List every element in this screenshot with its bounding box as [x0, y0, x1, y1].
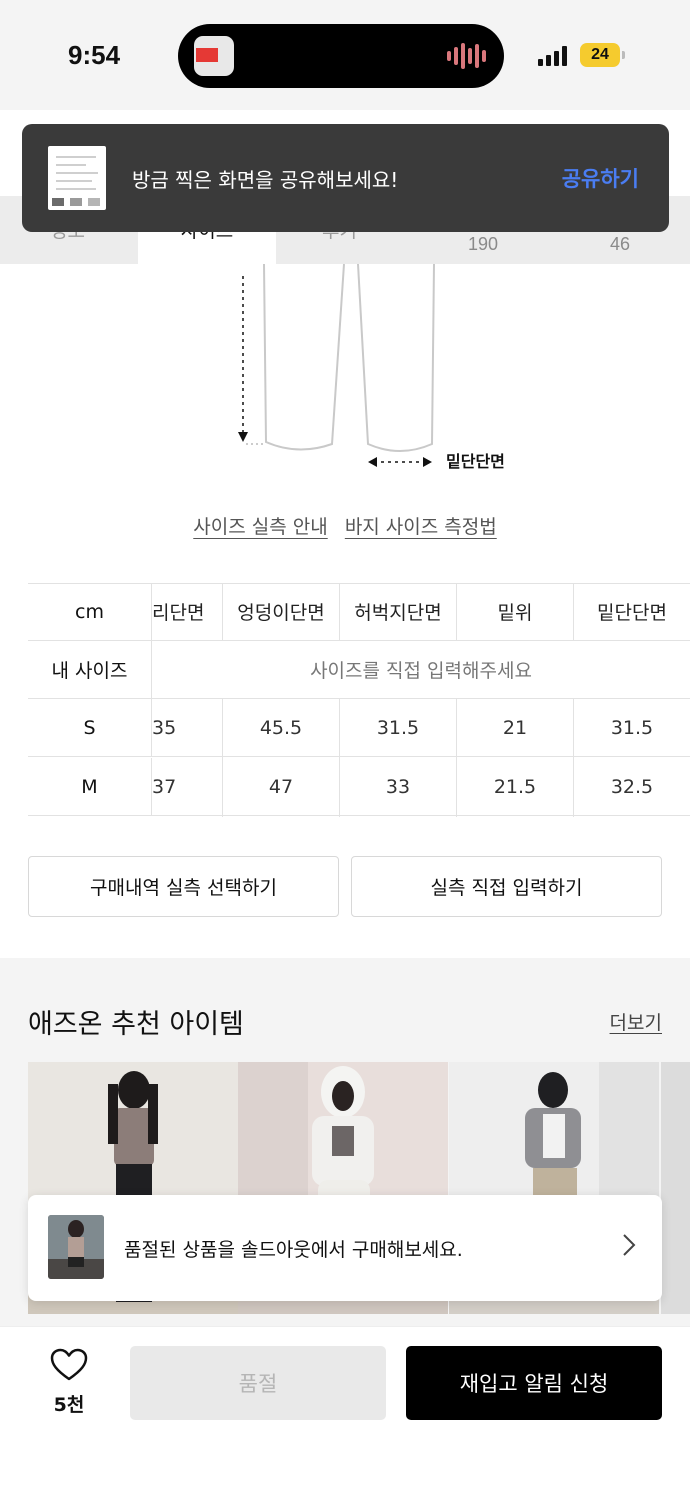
soldout-banner[interactable]: 품절된 상품을 솔드아웃에서 구매해보세요. — [28, 1195, 662, 1301]
table-header-cell: 리단면 — [152, 583, 222, 641]
status-time: 9:54 — [68, 40, 121, 70]
soldout-banner-text: 품절된 상품을 솔드아웃에서 구매해보세요. — [124, 1239, 463, 1261]
size-guide-links: 사이즈 실측 안내 바지 사이즈 측정법 — [0, 512, 690, 539]
column-divider — [222, 699, 223, 817]
column-divider — [573, 583, 574, 641]
size-row-label: M — [28, 758, 152, 816]
table-header-cell: 밑위 — [457, 583, 573, 641]
pants-outline-icon — [263, 264, 435, 452]
table-cell: 33 — [340, 758, 456, 816]
product-card[interactable] — [661, 1062, 690, 1314]
screenshot-thumbnail[interactable] — [48, 146, 106, 210]
soldout-button[interactable]: 품절 — [130, 1346, 386, 1420]
table-header-cell: 허벅지단면 — [340, 583, 456, 641]
column-divider — [456, 699, 457, 817]
table-cell: 37 — [152, 758, 222, 816]
measure-guide-link[interactable]: 바지 사이즈 측정법 — [345, 516, 497, 538]
table-cell: 31.5 — [574, 699, 690, 757]
size-row-label: S — [28, 699, 152, 757]
tab-count: 46 — [610, 234, 631, 254]
column-divider — [222, 583, 223, 641]
like-count: 5천 — [53, 1394, 85, 1416]
column-divider — [456, 583, 457, 641]
table-header-cell: 밑단단면 — [574, 583, 690, 641]
column-divider — [573, 699, 574, 817]
status-bar: 9:54 24 — [0, 0, 690, 110]
size-guide-link[interactable]: 사이즈 실측 안내 — [193, 516, 327, 538]
pants-measurement-diagram — [238, 264, 435, 467]
length-arrow-icon — [238, 276, 264, 445]
recommendation-title: 애즈온 추천 아이템 — [28, 1009, 244, 1040]
size-table[interactable]: cm 리단면 엉덩이단면 허벅지단면 밑위 밑단단면 내 사이즈 사이즈를 직접… — [28, 583, 690, 817]
share-button[interactable]: 공유하기 — [562, 163, 639, 193]
unit-header: cm — [28, 583, 152, 641]
column-divider — [339, 699, 340, 817]
table-cell: 32.5 — [574, 758, 690, 816]
app-icon — [194, 36, 234, 76]
audio-wave-icon — [447, 42, 486, 70]
heart-icon[interactable] — [50, 1348, 88, 1386]
column-divider — [339, 583, 340, 641]
table-cell: 21.5 — [457, 758, 573, 816]
toast-message: 방금 찍은 화면을 공유해보세요! — [132, 168, 399, 192]
table-cell: 31.5 — [340, 699, 456, 757]
my-size-input[interactable]: 사이즈를 직접 입력해주세요 — [152, 641, 690, 699]
chevron-right-icon — [622, 1233, 636, 1263]
table-cell: 21 — [457, 699, 573, 757]
dynamic-island[interactable] — [178, 24, 504, 88]
table-cell: 45.5 — [223, 699, 339, 757]
tab-count: 190 — [468, 234, 499, 254]
table-cell: 35 — [152, 699, 222, 757]
my-size-label: 내 사이즈 — [28, 641, 152, 699]
battery-icon: 24 — [580, 43, 620, 67]
hem-width-arrow-icon — [368, 457, 432, 467]
screenshot-share-toast: 방금 찍은 화면을 공유해보세요! 공유하기 — [22, 124, 669, 232]
select-purchase-history-button[interactable]: 구매내역 실측 선택하기 — [28, 856, 339, 917]
more-link[interactable]: 더보기 — [610, 1008, 662, 1035]
table-header-cell: 엉덩이단면 — [223, 583, 339, 641]
cellular-signal-icon — [538, 44, 567, 66]
soldout-thumbnail — [48, 1215, 104, 1279]
battery-tip — [622, 51, 625, 59]
hem-width-label: 밑단단면 — [446, 452, 505, 471]
table-cell: 47 — [223, 758, 339, 816]
restock-alert-button[interactable]: 재입고 알림 신청 — [406, 1346, 662, 1420]
direct-input-button[interactable]: 실측 직접 입력하기 — [351, 856, 662, 917]
